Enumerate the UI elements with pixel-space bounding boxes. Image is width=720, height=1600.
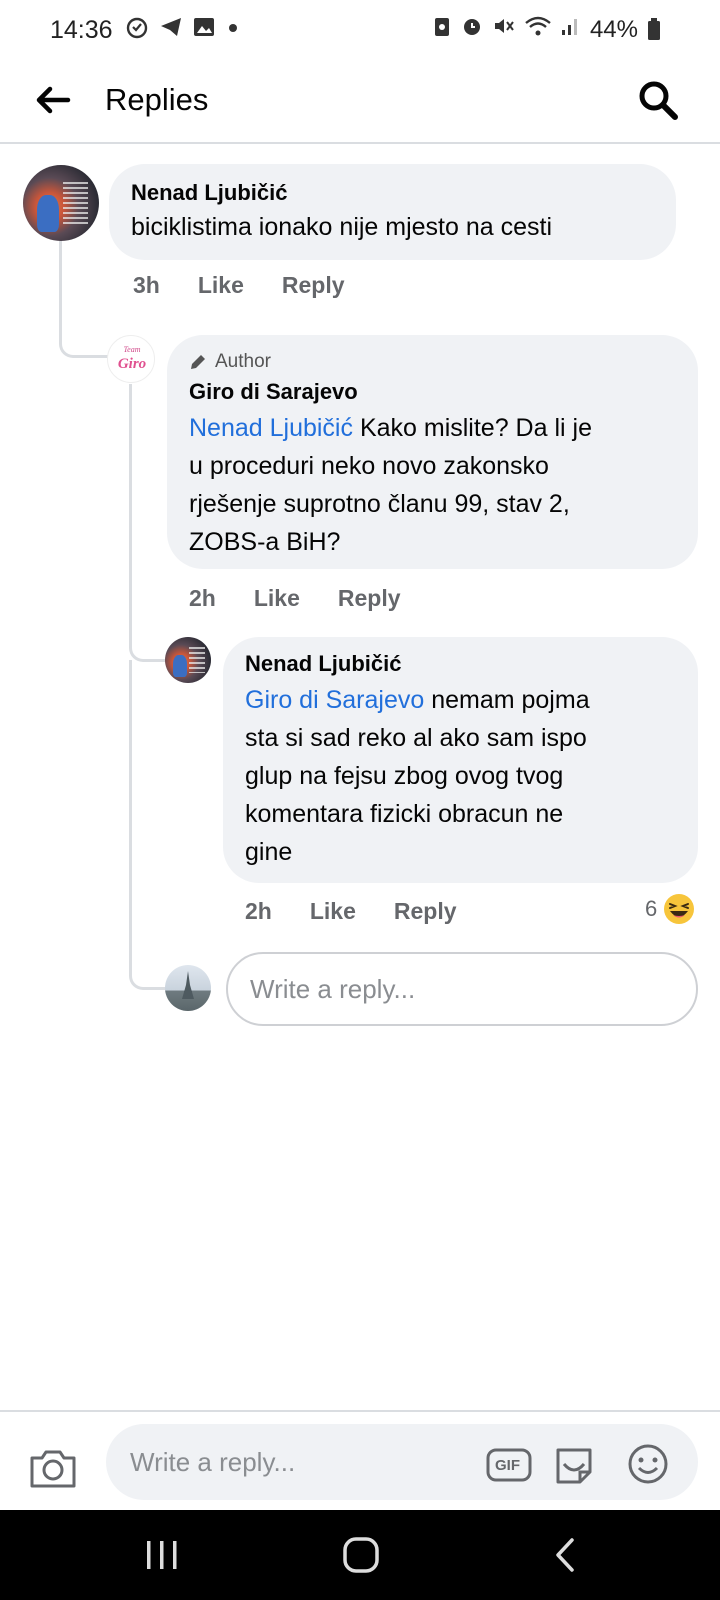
avatar[interactable] <box>23 165 99 241</box>
status-notification-icons <box>124 14 242 40</box>
pencil-icon <box>191 355 205 369</box>
comment-text-line: Kako mislite? Da li je <box>353 414 592 442</box>
avatar-text-overlay <box>188 647 205 673</box>
search-icon[interactable] <box>636 78 680 122</box>
comment-author[interactable]: Giro di Sarajevo <box>189 379 676 405</box>
like-button[interactable]: Like <box>310 898 356 925</box>
eiffel-tower-icon <box>182 971 194 999</box>
comment-text-line: gine <box>245 838 293 866</box>
mention-link[interactable]: Nenad Ljubičić <box>189 414 353 442</box>
comment-actions: 3h Like Reply <box>133 272 345 299</box>
system-navigation-bar <box>0 1510 720 1600</box>
camera-icon[interactable] <box>28 1446 78 1490</box>
emoji-icon[interactable] <box>626 1442 670 1486</box>
like-button[interactable]: Like <box>254 585 300 612</box>
inline-reply-input[interactable] <box>250 954 696 1024</box>
comment-text-line: nemam pojma <box>424 686 590 714</box>
svg-text:Team: Team <box>123 345 140 354</box>
reply-button[interactable]: Reply <box>282 272 345 299</box>
dot-icon <box>229 24 237 32</box>
inline-reply-field[interactable] <box>226 952 698 1026</box>
comment-time[interactable]: 3h <box>133 272 160 299</box>
avatar-figure <box>36 195 60 232</box>
app-header: Replies <box>0 60 720 144</box>
status-system-icons <box>432 14 580 38</box>
comment-time[interactable]: 2h <box>189 585 216 612</box>
reaction-count: 6 <box>645 896 658 921</box>
page-title: Replies <box>105 82 209 117</box>
svg-text:Giro: Giro <box>118 356 146 372</box>
composer-field[interactable]: GIF <box>106 1424 698 1500</box>
like-button[interactable]: Like <box>198 272 244 299</box>
reply-button[interactable]: Reply <box>394 898 457 925</box>
wifi-icon <box>525 16 551 36</box>
comment-text-line: u proceduri neko novo zakonsko <box>189 452 549 480</box>
gif-label: GIF <box>495 1457 520 1474</box>
telegram-icon <box>161 18 181 36</box>
alarm-icon <box>464 19 480 35</box>
battery-icon <box>648 18 660 40</box>
gif-button[interactable]: GIF <box>486 1442 532 1486</box>
reply-button[interactable]: Reply <box>338 585 401 612</box>
status-bar: 14:36 44% <box>0 0 720 60</box>
thread-line-replies <box>129 384 169 662</box>
comment-text-line: rješenje suprotno članu 99, stav 2, <box>189 490 570 518</box>
comment-text-line: glup na fejsu zbog ovog tvog <box>245 762 564 790</box>
status-time: 14:36 <box>50 16 113 44</box>
composer-input[interactable] <box>130 1424 470 1500</box>
comment-text: Giro di Sarajevo nemam pojma sta si sad … <box>245 681 676 871</box>
comment-bubble[interactable]: Nenad Ljubičić Giro di Sarajevo nemam po… <box>223 637 698 883</box>
data-saver-icon <box>435 18 449 36</box>
avatar-figure <box>173 655 188 678</box>
comment-bubble[interactable]: Author Giro di Sarajevo Nenad Ljubičić K… <box>167 335 698 569</box>
comment-text-line: sta si sad reko al ako sam ispo <box>245 724 587 752</box>
recent-apps-icon[interactable] <box>137 1532 187 1578</box>
avatar-text-overlay <box>62 181 89 225</box>
sticker-icon[interactable] <box>552 1442 596 1486</box>
avatar[interactable]: Team Giro <box>107 335 155 383</box>
comment-text-line: komentara fizicki obracun ne <box>245 800 564 828</box>
comment-text: biciklistima ionako nije mjesto na cesti <box>131 213 553 241</box>
thread-line-main <box>59 240 111 358</box>
signal-icon <box>562 19 577 35</box>
comment-time[interactable]: 2h <box>245 898 272 925</box>
comment-text: Nenad Ljubičić Kako mislite? Da li je u … <box>189 409 676 561</box>
author-badge-label: Author <box>215 351 271 372</box>
back-arrow-icon[interactable] <box>32 80 72 120</box>
giro-logo-icon: Team Giro <box>118 345 146 372</box>
comment-text-line: ZOBS-a BiH? <box>189 528 341 556</box>
reaction-summary[interactable]: 6 <box>645 893 695 925</box>
back-nav-icon[interactable] <box>540 1532 590 1578</box>
battery-percent: 44% <box>589 16 638 43</box>
comment-bubble[interactable]: Nenad Ljubičić biciklistima ionako nije … <box>109 164 676 260</box>
home-icon[interactable] <box>336 1532 386 1578</box>
comment-author[interactable]: Nenad Ljubičić <box>245 651 676 677</box>
current-user-avatar <box>165 965 211 1011</box>
mute-icon <box>495 19 514 33</box>
comment-author[interactable]: Nenad Ljubičić <box>131 180 654 206</box>
alarm-snooze-icon <box>126 17 148 39</box>
mention-link[interactable]: Giro di Sarajevo <box>245 686 424 714</box>
avatar[interactable] <box>165 637 211 683</box>
gallery-icon <box>194 18 214 36</box>
comment-actions: 2h Like Reply <box>189 585 401 612</box>
thread-line-composer <box>129 660 167 990</box>
haha-emoji-icon <box>664 894 695 924</box>
bottom-composer-bar: GIF <box>0 1410 720 1510</box>
author-badge: Author <box>189 351 676 373</box>
comment-actions: 2h Like Reply <box>245 898 457 925</box>
